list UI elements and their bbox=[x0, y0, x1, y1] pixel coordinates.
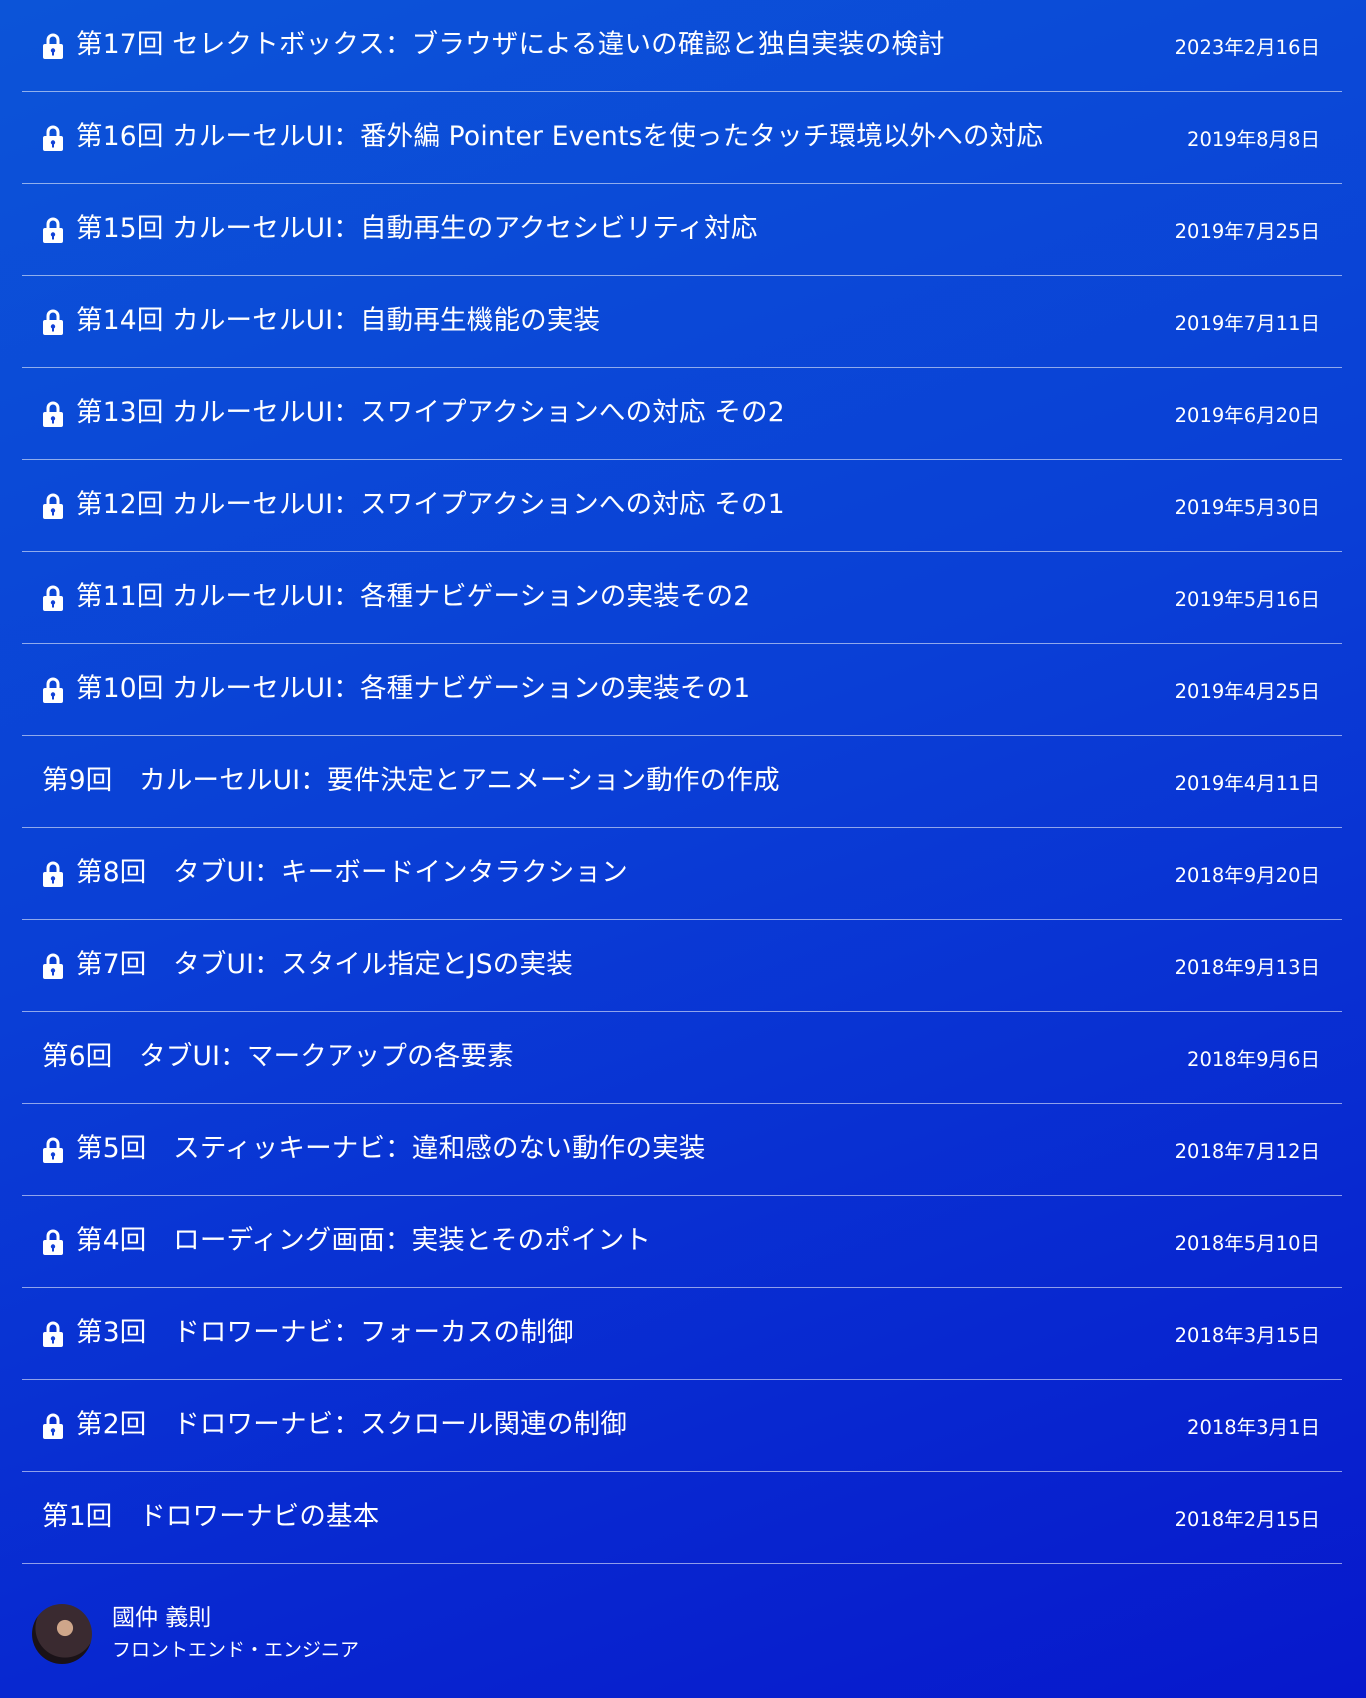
article-title-link[interactable]: 第16回 カルーセルUI：番外編 Pointer Eventsを使ったタッチ環境… bbox=[76, 124, 1043, 151]
article-row[interactable]: 第16回 カルーセルUI：番外編 Pointer Eventsを使ったタッチ環境… bbox=[22, 92, 1342, 184]
lock-icon bbox=[42, 1411, 64, 1441]
article-date: 2018年9月13日 bbox=[1174, 956, 1320, 979]
article-row-main: 第6回 タブUI：マークアップの各要素 bbox=[42, 1044, 514, 1071]
article-title-link[interactable]: 第4回 ローディング画面：実装とそのポイント bbox=[76, 1228, 651, 1255]
article-row-main: 第3回 ドロワーナビ：フォーカスの制御 bbox=[42, 1319, 574, 1349]
article-date: 2023年2月16日 bbox=[1174, 36, 1320, 59]
article-date: 2019年6月20日 bbox=[1174, 404, 1320, 427]
article-title-link[interactable]: 第14回 カルーセルUI：自動再生機能の実装 bbox=[76, 308, 600, 335]
article-date: 2018年9月20日 bbox=[1174, 864, 1320, 887]
lock-icon bbox=[42, 859, 64, 889]
article-date: 2018年2月15日 bbox=[1174, 1508, 1320, 1531]
lock-icon bbox=[42, 1227, 64, 1257]
article-title-link[interactable]: 第6回 タブUI：マークアップの各要素 bbox=[42, 1044, 514, 1071]
article-row-main: 第1回 ドロワーナビの基本 bbox=[42, 1504, 379, 1531]
article-row[interactable]: 第9回 カルーセルUI：要件決定とアニメーション動作の作成 2019年4月11日 bbox=[22, 736, 1342, 828]
lock-icon bbox=[42, 215, 64, 245]
article-title-link[interactable]: 第10回 カルーセルUI：各種ナビゲーションの実装その1 bbox=[76, 676, 750, 703]
article-title-link[interactable]: 第1回 ドロワーナビの基本 bbox=[42, 1504, 379, 1531]
article-row-main: 第15回 カルーセルUI：自動再生のアクセシビリティ対応 bbox=[42, 215, 758, 245]
article-date: 2018年3月1日 bbox=[1187, 1416, 1320, 1439]
article-row-main: 第12回 カルーセルUI：スワイプアクションへの対応 その1 bbox=[42, 491, 785, 521]
lock-icon bbox=[42, 399, 64, 429]
article-row-main: 第10回 カルーセルUI：各種ナビゲーションの実装その1 bbox=[42, 675, 750, 705]
article-title-link[interactable]: 第8回 タブUI：キーボードインタラクション bbox=[76, 860, 628, 887]
lock-icon bbox=[42, 951, 64, 981]
article-row-main: 第14回 カルーセルUI：自動再生機能の実装 bbox=[42, 307, 600, 337]
lock-icon bbox=[42, 1319, 64, 1349]
article-row[interactable]: 第4回 ローディング画面：実装とそのポイント 2018年5月10日 bbox=[22, 1196, 1342, 1288]
article-row-main: 第11回 カルーセルUI：各種ナビゲーションの実装その2 bbox=[42, 583, 750, 613]
article-row-main: 第9回 カルーセルUI：要件決定とアニメーション動作の作成 bbox=[42, 768, 780, 795]
article-row-main: 第13回 カルーセルUI：スワイプアクションへの対応 その2 bbox=[42, 399, 785, 429]
article-row-main: 第5回 スティッキーナビ：違和感のない動作の実装 bbox=[42, 1135, 706, 1165]
article-date: 2019年5月16日 bbox=[1174, 588, 1320, 611]
article-row[interactable]: 第3回 ドロワーナビ：フォーカスの制御 2018年3月15日 bbox=[22, 1288, 1342, 1380]
article-date: 2019年7月11日 bbox=[1174, 312, 1320, 335]
article-date: 2019年4月25日 bbox=[1174, 680, 1320, 703]
article-title-link[interactable]: 第2回 ドロワーナビ：スクロール関連の制御 bbox=[76, 1412, 627, 1439]
article-row-main: 第8回 タブUI：キーボードインタラクション bbox=[42, 859, 628, 889]
article-row[interactable]: 第13回 カルーセルUI：スワイプアクションへの対応 その2 2019年6月20日 bbox=[22, 368, 1342, 460]
article-title-link[interactable]: 第3回 ドロワーナビ：フォーカスの制御 bbox=[76, 1320, 574, 1347]
lock-icon bbox=[42, 491, 64, 521]
article-row[interactable]: 第6回 タブUI：マークアップの各要素 2018年9月6日 bbox=[22, 1012, 1342, 1104]
lock-icon bbox=[42, 1135, 64, 1165]
article-row[interactable]: 第5回 スティッキーナビ：違和感のない動作の実装 2018年7月12日 bbox=[22, 1104, 1342, 1196]
article-date: 2019年8月8日 bbox=[1187, 128, 1320, 151]
article-row[interactable]: 第15回 カルーセルUI：自動再生のアクセシビリティ対応 2019年7月25日 bbox=[22, 184, 1342, 276]
article-row-main: 第2回 ドロワーナビ：スクロール関連の制御 bbox=[42, 1411, 627, 1441]
article-row-main: 第4回 ローディング画面：実装とそのポイント bbox=[42, 1227, 651, 1257]
author-avatar[interactable] bbox=[32, 1604, 92, 1664]
article-title-link[interactable]: 第11回 カルーセルUI：各種ナビゲーションの実装その2 bbox=[76, 584, 750, 611]
article-date: 2018年9月6日 bbox=[1187, 1048, 1320, 1071]
article-title-link[interactable]: 第15回 カルーセルUI：自動再生のアクセシビリティ対応 bbox=[76, 216, 758, 243]
article-title-link[interactable]: 第7回 タブUI：スタイル指定とJSの実装 bbox=[76, 952, 573, 979]
article-row-main: 第17回 セレクトボックス：ブラウザによる違いの確認と独自実装の検討 bbox=[42, 31, 945, 61]
article-date: 2018年5月10日 bbox=[1174, 1232, 1320, 1255]
article-row[interactable]: 第17回 セレクトボックス：ブラウザによる違いの確認と独自実装の検討 2023年2… bbox=[22, 0, 1342, 92]
lock-icon bbox=[42, 123, 64, 153]
article-row-main: 第7回 タブUI：スタイル指定とJSの実装 bbox=[42, 951, 573, 981]
article-date: 2019年5月30日 bbox=[1174, 496, 1320, 519]
article-title-link[interactable]: 第17回 セレクトボックス：ブラウザによる違いの確認と独自実装の検討 bbox=[76, 32, 945, 59]
article-row[interactable]: 第8回 タブUI：キーボードインタラクション 2018年9月20日 bbox=[22, 828, 1342, 920]
author-name[interactable]: 國仲 義則 bbox=[112, 1605, 359, 1633]
article-date: 2019年7月25日 bbox=[1174, 220, 1320, 243]
lock-icon bbox=[42, 31, 64, 61]
author-block[interactable]: 國仲 義則 フロントエンド・エンジニア bbox=[32, 1604, 359, 1664]
article-date: 2019年4月11日 bbox=[1174, 772, 1320, 795]
article-row[interactable]: 第14回 カルーセルUI：自動再生機能の実装 2019年7月11日 bbox=[22, 276, 1342, 368]
article-row[interactable]: 第12回 カルーセルUI：スワイプアクションへの対応 その1 2019年5月30日 bbox=[22, 460, 1342, 552]
lock-icon bbox=[42, 583, 64, 613]
article-row[interactable]: 第11回 カルーセルUI：各種ナビゲーションの実装その2 2019年5月16日 bbox=[22, 552, 1342, 644]
article-row[interactable]: 第10回 カルーセルUI：各種ナビゲーションの実装その1 2019年4月25日 bbox=[22, 644, 1342, 736]
article-title-link[interactable]: 第5回 スティッキーナビ：違和感のない動作の実装 bbox=[76, 1136, 706, 1163]
article-title-link[interactable]: 第12回 カルーセルUI：スワイプアクションへの対応 その1 bbox=[76, 492, 785, 519]
article-row[interactable]: 第1回 ドロワーナビの基本 2018年2月15日 bbox=[22, 1472, 1342, 1564]
article-date: 2018年3月15日 bbox=[1174, 1324, 1320, 1347]
article-list: 第17回 セレクトボックス：ブラウザによる違いの確認と独自実装の検討 2023年2… bbox=[22, 0, 1342, 1564]
lock-icon bbox=[42, 307, 64, 337]
article-title-link[interactable]: 第9回 カルーセルUI：要件決定とアニメーション動作の作成 bbox=[42, 768, 780, 795]
article-date: 2018年7月12日 bbox=[1174, 1140, 1320, 1163]
article-row[interactable]: 第7回 タブUI：スタイル指定とJSの実装 2018年9月13日 bbox=[22, 920, 1342, 1012]
article-title-link[interactable]: 第13回 カルーセルUI：スワイプアクションへの対応 その2 bbox=[76, 400, 785, 427]
author-role: フロントエンド・エンジニア bbox=[112, 1639, 360, 1662]
author-info: 國仲 義則 フロントエンド・エンジニア bbox=[112, 1605, 359, 1663]
lock-icon bbox=[42, 675, 64, 705]
article-row[interactable]: 第2回 ドロワーナビ：スクロール関連の制御 2018年3月1日 bbox=[22, 1380, 1342, 1472]
article-row-main: 第16回 カルーセルUI：番外編 Pointer Eventsを使ったタッチ環境… bbox=[42, 123, 1043, 153]
